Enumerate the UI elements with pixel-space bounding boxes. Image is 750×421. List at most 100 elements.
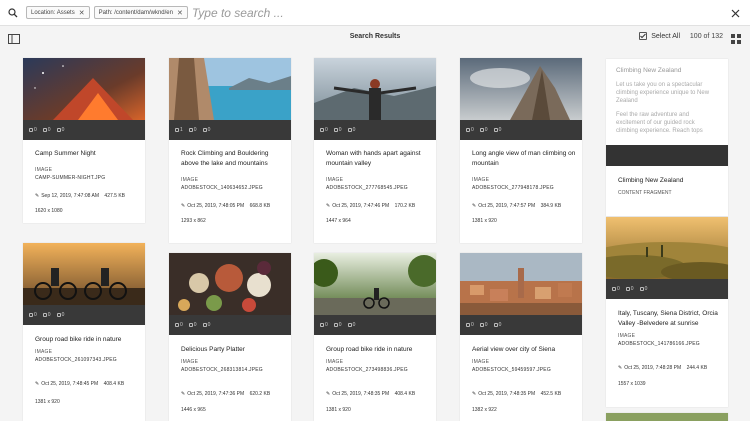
collection-icon[interactable]: 0 — [612, 286, 620, 292]
search-input[interactable] — [191, 2, 492, 23]
asset-meta: ✎ Oct 25, 2019, 7:48:28 PM 244.4 KB — [618, 365, 708, 371]
edit-icon: ✎ — [472, 203, 477, 209]
asset-title: Delicious Party Platter — [181, 346, 245, 353]
asset-dimensions: 1293 x 862 — [181, 218, 206, 224]
edit-icon: ✎ — [472, 391, 477, 397]
select-all-label: Select All — [651, 32, 680, 40]
asset-meta: ✎ Oct 25, 2019, 7:47:46 PM 170.2 KB — [326, 203, 416, 209]
asset-dimensions: 1381 x 920 — [326, 407, 351, 413]
asset-filename: ADOBESTOCK_141786166.JPEG — [618, 341, 700, 347]
tasks-icon[interactable]: 0 — [347, 127, 355, 133]
asset-thumbnail — [606, 217, 728, 279]
asset-type: IMAGE — [326, 359, 344, 365]
collection-icon[interactable]: 0 — [466, 127, 474, 133]
view-switcher-icon[interactable] — [731, 31, 741, 44]
asset-card[interactable]: 0 0 0 Long angle view of man climbing on… — [460, 58, 582, 243]
comments-icon[interactable]: 0 — [42, 127, 51, 133]
collection-icon[interactable]: 0 — [29, 312, 37, 318]
content-fragment-card[interactable]: Climbing New Zealand Let us take you on … — [606, 59, 728, 216]
comments-icon[interactable]: 0 — [625, 286, 634, 292]
quickactions-bar — [606, 145, 728, 166]
quickactions-bar: 0 0 0 — [606, 279, 728, 299]
asset-dimensions: 1620 x 1080 — [35, 208, 63, 214]
asset-meta: ✎ Oct 25, 2019, 7:47:36 PM 620.2 KB — [181, 391, 271, 397]
asset-title: Aerial view over city of Siena — [472, 346, 556, 353]
comments-icon[interactable]: 0 — [333, 127, 342, 133]
asset-thumbnail — [23, 58, 145, 120]
asset-title: Long angle view of man climbing on mount… — [472, 150, 576, 167]
comments-icon[interactable]: 0 — [479, 127, 488, 133]
quickactions-bar: 0 0 0 — [23, 305, 145, 325]
comments-icon[interactable]: 0 — [188, 127, 197, 133]
asset-thumbnail — [169, 58, 291, 120]
path-tag-label: Path: /content/dam/wknd/en — [98, 9, 173, 16]
asset-filename: ADOBESTOCK_277768545.JPEG — [326, 185, 408, 191]
comments-icon[interactable]: 0 — [42, 312, 51, 318]
asset-card[interactable]: 0 0 0 Delicious Party Platter IMAGE ADOB… — [169, 253, 291, 421]
asset-thumbnail — [169, 253, 291, 315]
collection-icon[interactable]: 0 — [466, 322, 474, 328]
select-all-button[interactable]: Select All — [639, 32, 680, 40]
asset-card[interactable]: 0 0 0 Aerial view over city of Siena IMA… — [460, 253, 582, 421]
asset-thumbnail — [460, 58, 582, 120]
location-tag-label: Location: Assets — [31, 9, 75, 16]
comments-icon[interactable]: 0 — [479, 322, 488, 328]
quickactions-bar: 0 0 0 — [460, 315, 582, 335]
asset-meta: ✎ Oct 25, 2019, 7:48:45 PM 408.4 KB — [35, 381, 125, 387]
asset-type: IMAGE — [472, 177, 490, 183]
asset-type: IMAGE — [326, 177, 344, 183]
asset-title: Woman with hands apart against mountain … — [326, 150, 421, 167]
asset-meta: ✎ Sep 12, 2019, 7:47:08 AM 427.5 KB — [35, 193, 125, 199]
edit-icon: ✎ — [35, 381, 40, 387]
asset-thumbnail — [460, 253, 582, 315]
asset-filename: ADOBESTOCK_261097343.JPEG — [35, 357, 117, 363]
asset-dimensions: 1557 x 1039 — [618, 381, 646, 387]
tasks-icon[interactable]: 0 — [56, 127, 64, 133]
result-count: 100 of 132 — [689, 33, 723, 40]
collection-icon[interactable]: 0 — [320, 127, 328, 133]
preview-heading: Climbing New Zealand — [616, 67, 682, 74]
asset-card[interactable]: 0 0 0 Italy, Tuscany, Siena District, Or… — [606, 217, 728, 407]
asset-title: Rock Climbing and Bouldering above the l… — [181, 150, 269, 167]
edit-icon: ✎ — [181, 203, 186, 209]
search-icon[interactable] — [0, 0, 26, 26]
location-tag[interactable]: Location: Assets ✕ — [26, 6, 90, 19]
path-tag[interactable]: Path: /content/dam/wknd/en ✕ — [93, 6, 188, 19]
asset-meta: ✎ Oct 25, 2019, 7:48:35 PM 408.4 KB — [326, 391, 416, 397]
tasks-icon[interactable]: 0 — [493, 127, 501, 133]
asset-meta: ✎ Oct 25, 2019, 7:48:05 PM 668.8 KB — [181, 203, 271, 209]
asset-card[interactable]: 0 0 0 Group road bike ride in nature IMA… — [314, 253, 436, 421]
edit-icon: ✎ — [618, 365, 623, 371]
asset-card[interactable]: 0 0 0 Camp Summer Night IMAGE CAMP-SUMME… — [23, 58, 145, 223]
asset-dimensions: 1381 x 920 — [472, 218, 497, 224]
asset-type: IMAGE — [35, 167, 53, 173]
asset-card[interactable]: 1 0 0 Rock Climbing and Bouldering above… — [169, 58, 291, 243]
preview-paragraph: Let us take you on a spectacular climbin… — [616, 82, 710, 104]
search-bar: Location: Assets ✕ Path: /content/dam/wk… — [0, 0, 750, 26]
tasks-icon[interactable]: 0 — [493, 322, 501, 328]
comments-icon[interactable]: 0 — [188, 322, 197, 328]
asset-card[interactable]: 0 0 0 Group road bike ride in nature IMA… — [23, 243, 145, 421]
tasks-icon[interactable]: 0 — [347, 322, 355, 328]
tasks-icon[interactable]: 0 — [639, 286, 647, 292]
collection-icon[interactable]: 0 — [320, 322, 328, 328]
quickactions-bar: 1 0 0 — [169, 120, 291, 140]
asset-filename: ADOBESTOCK_277948178.JPEG — [472, 185, 554, 191]
quickactions-bar: 0 0 0 — [314, 315, 436, 335]
collection-icon[interactable]: 0 — [175, 322, 183, 328]
tasks-icon[interactable]: 0 — [202, 322, 210, 328]
comments-icon[interactable]: 0 — [333, 322, 342, 328]
asset-type: IMAGE — [181, 177, 199, 183]
collection-icon[interactable]: 0 — [29, 127, 37, 133]
remove-path-tag-icon[interactable]: ✕ — [177, 9, 183, 17]
tasks-icon[interactable]: 0 — [202, 127, 210, 133]
asset-filename: ADOBESTOCK_59459597.JPEG — [472, 367, 551, 373]
close-search-icon[interactable] — [728, 6, 742, 20]
tasks-icon[interactable]: 0 — [56, 312, 64, 318]
asset-card[interactable] — [606, 413, 728, 421]
toolbar: Search Results Select All 100 of 132 — [0, 26, 750, 48]
collection-icon[interactable]: 1 — [175, 127, 183, 133]
select-all-checkbox-icon — [639, 32, 648, 40]
asset-card[interactable]: 0 0 0 Woman with hands apart against mou… — [314, 58, 436, 243]
remove-location-tag-icon[interactable]: ✕ — [79, 9, 85, 17]
